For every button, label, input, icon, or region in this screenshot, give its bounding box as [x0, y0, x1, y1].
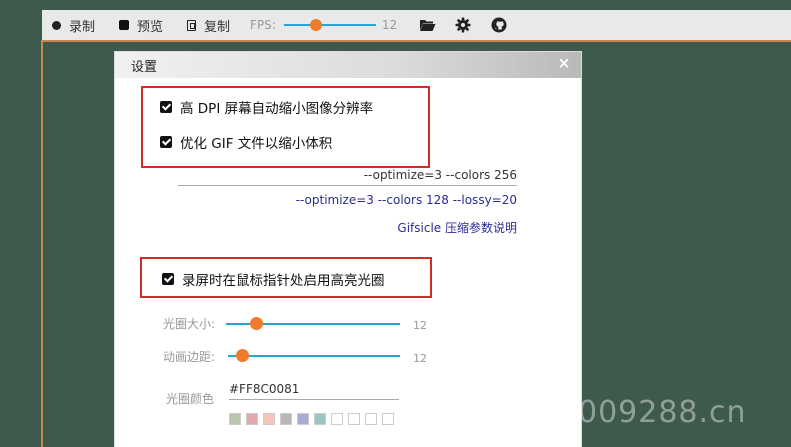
optimize-params-input[interactable]: --optimize=3 --colors 256 [178, 167, 517, 186]
halo-size-knob[interactable] [250, 317, 264, 330]
preview-button[interactable]: 预览 [119, 16, 163, 35]
fps-label: FPS: [250, 18, 276, 32]
github-button[interactable] [489, 15, 509, 35]
folder-open-icon [419, 20, 436, 31]
record-button[interactable]: 录制 [52, 16, 95, 35]
close-icon[interactable]: × [557, 56, 571, 71]
hidpi-label: 高 DPI 屏幕自动缩小图像分辨率 [180, 101, 374, 117]
settings-button[interactable] [453, 15, 473, 35]
hidpi-checkbox-row[interactable]: 高 DPI 屏幕自动缩小图像分辨率 [160, 97, 373, 117]
fps-slider[interactable] [283, 18, 376, 32]
record-icon [52, 20, 61, 30]
halo-size-value: 12 [413, 319, 427, 332]
color-swatches [229, 413, 399, 425]
copy-button[interactable]: 复制 [187, 16, 230, 35]
anim-margin-track [228, 355, 400, 357]
color-swatch[interactable] [314, 413, 326, 425]
open-folder-button[interactable] [417, 15, 437, 35]
highlight-checkbox-row[interactable]: 录屏时在鼠标指针处启用高亮光圈 [162, 269, 385, 289]
anim-margin-label: 动画边距: [163, 350, 216, 364]
copy-label: 复制 [204, 19, 231, 35]
hidpi-checkbox[interactable] [160, 101, 172, 113]
color-swatch[interactable] [229, 413, 241, 425]
anim-margin-value: 12 [413, 352, 427, 365]
highlight-label: 录屏时在鼠标指针处启用高亮光圈 [182, 273, 385, 289]
highlight-checkbox[interactable] [162, 273, 174, 285]
halo-color-input[interactable]: #FF8C0081 [229, 382, 399, 400]
optimize-params-hint: --optimize=3 --colors 128 --lossy=20 [295, 193, 517, 207]
anim-margin-knob[interactable] [235, 349, 249, 362]
fps-slider-knob[interactable] [310, 19, 323, 31]
anim-margin-slider[interactable] [228, 349, 400, 363]
copy-icon [187, 19, 197, 31]
color-swatch[interactable] [348, 413, 360, 425]
color-swatch[interactable] [331, 413, 343, 425]
color-swatch[interactable] [280, 413, 292, 425]
optimize-gif-checkbox[interactable] [160, 136, 172, 148]
dialog-header: 设置 × [115, 52, 581, 78]
toolbar: 录制 预览 复制 FPS: 12 [42, 10, 791, 41]
watermark: 009288.cn [578, 395, 747, 430]
record-label: 录制 [69, 19, 96, 35]
preview-label: 预览 [137, 19, 164, 35]
color-swatch[interactable] [297, 413, 309, 425]
optimize-gif-label: 优化 GIF 文件以缩小体积 [180, 136, 333, 152]
color-swatch[interactable] [382, 413, 394, 425]
color-swatch[interactable] [246, 413, 258, 425]
capture-frame-top [41, 40, 791, 42]
halo-size-label: 光圈大小: [163, 317, 216, 331]
gear-icon [455, 17, 471, 33]
capture-frame-left [41, 40, 43, 447]
halo-size-slider[interactable] [226, 317, 400, 331]
halo-color-label: 光圈颜色 [166, 392, 215, 406]
color-swatch[interactable] [263, 413, 275, 425]
dialog-title: 设置 [131, 60, 158, 75]
optimize-gif-checkbox-row[interactable]: 优化 GIF 文件以缩小体积 [160, 132, 332, 152]
color-swatch[interactable] [365, 413, 377, 425]
github-icon [491, 17, 507, 33]
stop-icon [119, 20, 130, 30]
fps-slider-track [283, 24, 376, 26]
fps-value: 12 [381, 18, 398, 32]
gifsicle-help-link[interactable]: Gifsicle 压缩参数说明 [178, 219, 517, 236]
